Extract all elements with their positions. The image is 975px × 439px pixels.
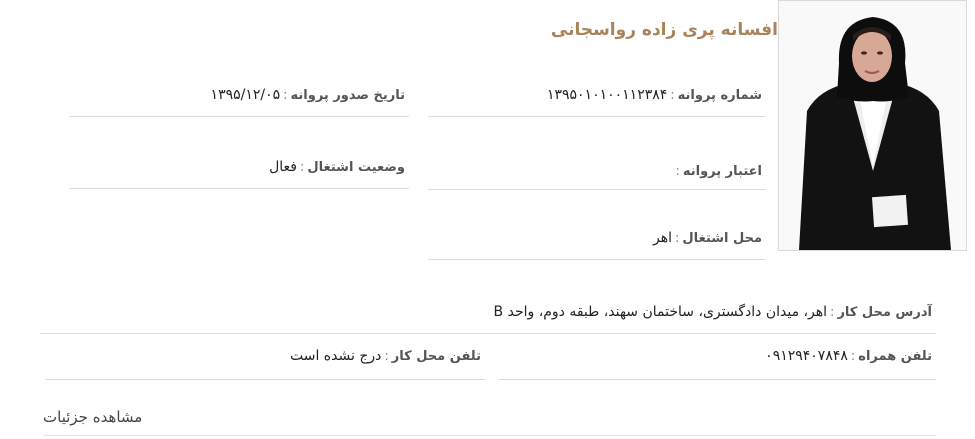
- license-validity-field: اعتبار پروانه :: [428, 150, 766, 190]
- mobile-phone-field: تلفن همراه : ۰۹۱۲۹۴۰۷۸۴۸: [498, 338, 936, 380]
- mobile-phone-value: ۰۹۱۲۹۴۰۷۸۴۸: [765, 348, 848, 364]
- license-number-value: ۱۳۹۵۰۱۰۱۰۰۱۱۲۳۸۴: [546, 87, 668, 103]
- label-separator: :: [830, 305, 835, 320]
- license-issue-date-value: ۱۳۹۵/۱۲/۰۵: [210, 87, 281, 103]
- mobile-phone-label: تلفن همراه: [858, 349, 932, 364]
- lawyer-name: افسانه پری زاده رواسجانی: [550, 20, 778, 40]
- license-number-label: شماره پروانه: [677, 88, 762, 103]
- label-separator: :: [283, 88, 288, 103]
- lawyer-portrait-image: [779, 1, 966, 250]
- license-issue-date-label: تاریخ صدور پروانه: [290, 88, 405, 103]
- employment-status-field: وضعیت اشتغال : فعال: [70, 148, 409, 189]
- license-number-field: شماره پروانه : ۱۳۹۵۰۱۰۱۰۰۱۱۲۳۸۴: [428, 75, 766, 117]
- label-separator: :: [675, 164, 680, 179]
- work-address-label: آدرس محل کار: [837, 305, 932, 320]
- work-phone-label: تلفن محل کار: [391, 349, 481, 364]
- license-issue-date-field: تاریخ صدور پروانه : ۱۳۹۵/۱۲/۰۵: [70, 75, 409, 117]
- work-address-field: آدرس محل کار : اهر، میدان دادگستری، ساخت…: [40, 292, 936, 334]
- label-separator: :: [675, 231, 680, 246]
- work-city-field: محل اشتغال : اهر: [428, 220, 766, 260]
- employment-status-value: فعال: [269, 159, 297, 175]
- work-city-label: محل اشتغال: [682, 231, 762, 246]
- view-details-link[interactable]: مشاهده جزئیات: [43, 408, 142, 426]
- work-city-value: اهر: [653, 230, 673, 246]
- work-phone-value: درج نشده است: [289, 348, 382, 364]
- license-validity-label: اعتبار پروانه: [682, 164, 762, 179]
- employment-status-label: وضعیت اشتغال: [307, 160, 405, 175]
- label-separator: :: [384, 349, 389, 364]
- lawyer-card: افسانه پری زاده رواسجانی شماره پروانه : …: [0, 0, 975, 439]
- label-separator: :: [670, 88, 675, 103]
- lawyer-photo: [778, 0, 967, 251]
- divider: [43, 435, 936, 436]
- label-separator: :: [850, 349, 856, 364]
- work-address-value: اهر، میدان دادگستری، ساختمان سهند، طبقه …: [493, 304, 828, 320]
- label-separator: :: [299, 160, 305, 175]
- work-phone-field: تلفن محل کار : درج نشده است: [46, 338, 485, 380]
